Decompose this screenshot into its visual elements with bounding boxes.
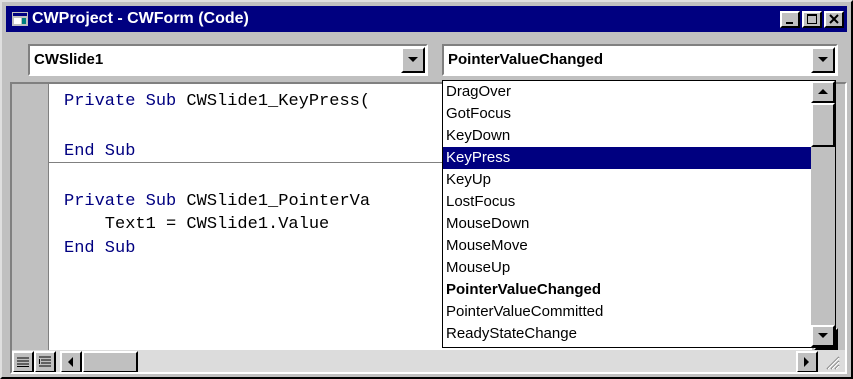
scroll-down-icon — [818, 333, 828, 338]
list-item[interactable]: MouseDown — [443, 213, 811, 235]
full-module-view-button[interactable] — [34, 351, 56, 372]
close-button[interactable] — [824, 11, 844, 28]
list-item[interactable]: KeyDown — [443, 125, 811, 147]
procedure-dropdown-list[interactable]: DragOver GotFocus KeyDown KeyPress KeyUp… — [442, 80, 836, 348]
object-combo-dropdown-button[interactable] — [401, 47, 425, 73]
procedure-view-button[interactable] — [12, 351, 34, 372]
code-window: CWProject - CWForm (Code) CWSlide1 Point… — [0, 0, 853, 379]
list-item[interactable]: ReadyStateChange — [443, 323, 811, 345]
dropdown-arrow-icon — [408, 57, 418, 62]
code-line[interactable]: End Sub — [64, 142, 135, 161]
scroll-left-icon — [68, 357, 73, 367]
list-item[interactable]: GotFocus — [443, 103, 811, 125]
minimize-icon — [786, 22, 793, 24]
maximize-icon — [807, 14, 817, 24]
minimize-button[interactable] — [780, 11, 800, 28]
list-item[interactable]: LostFocus — [443, 191, 811, 213]
close-icon — [829, 14, 839, 24]
list-item-current[interactable]: PointerValueChanged — [443, 279, 811, 301]
code-line[interactable]: Private Sub CWSlide1_PointerVa — [64, 192, 370, 211]
resize-grip-icon[interactable] — [824, 354, 840, 370]
window-title: CWProject - CWForm (Code) — [32, 10, 249, 27]
scroll-up-icon — [818, 89, 828, 94]
list-item[interactable]: KeyUp — [443, 169, 811, 191]
full-module-view-icon — [39, 356, 51, 367]
procedure-view-icon — [17, 357, 29, 367]
code-line[interactable]: Text1 = CWSlide1.Value — [64, 215, 329, 234]
list-item[interactable]: MouseMove — [443, 235, 811, 257]
list-item[interactable]: PointerValueCommitted — [443, 301, 811, 323]
object-combo-value: CWSlide1 — [34, 51, 104, 68]
list-item[interactable]: DragOver — [443, 81, 811, 103]
list-scroll-thumb[interactable] — [811, 103, 835, 147]
code-line[interactable]: End Sub — [64, 239, 135, 258]
editor-horizontal-scrollbar[interactable] — [12, 350, 845, 372]
procedure-combo-value: PointerValueChanged — [448, 51, 604, 68]
list-scroll-up-button[interactable] — [811, 81, 835, 103]
margin-indicator-bar[interactable] — [12, 84, 49, 350]
maximize-button[interactable] — [802, 11, 822, 28]
list-vertical-scrollbar[interactable] — [811, 81, 835, 347]
scroll-left-button[interactable] — [60, 351, 82, 372]
horizontal-scroll-thumb[interactable] — [82, 351, 138, 372]
list-item-selected[interactable]: KeyPress — [443, 147, 811, 169]
dropdown-arrow-icon — [818, 57, 828, 62]
procedure-combo[interactable]: PointerValueChanged — [442, 44, 838, 76]
list-item[interactable]: MouseUp — [443, 257, 811, 279]
app-icon — [12, 12, 28, 26]
scroll-right-button[interactable] — [796, 351, 818, 372]
procedure-combo-dropdown-button[interactable] — [811, 47, 835, 73]
code-line[interactable]: Private Sub CWSlide1_KeyPress( — [64, 92, 370, 111]
object-combo[interactable]: CWSlide1 — [28, 44, 428, 76]
scroll-right-icon — [804, 357, 809, 367]
list-scroll-down-button[interactable] — [811, 325, 835, 347]
title-bar[interactable]: CWProject - CWForm (Code) — [6, 6, 847, 32]
